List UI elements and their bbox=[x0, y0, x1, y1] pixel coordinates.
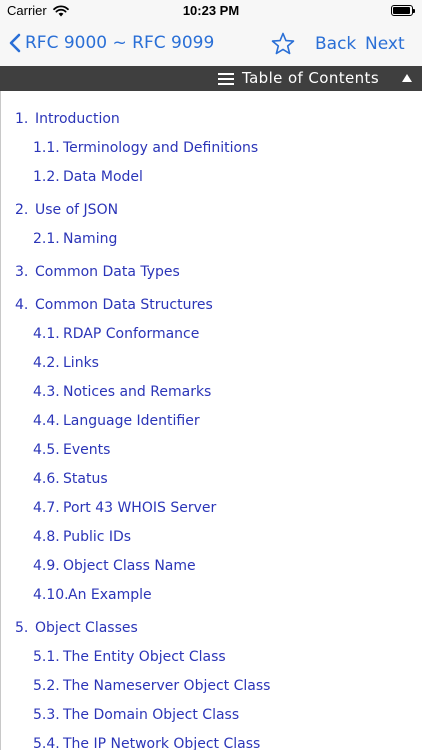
toc-item-number: 4.9. bbox=[33, 558, 60, 574]
toc-item-title: The Domain Object Class bbox=[63, 707, 240, 723]
toc-item[interactable]: 1.2. Data Model bbox=[33, 167, 143, 187]
toc-item[interactable]: 5.1. The Entity Object Class bbox=[33, 647, 226, 667]
toc-item-title: The IP Network Object Class bbox=[63, 736, 261, 750]
toc-item[interactable]: 4.9. Object Class Name bbox=[33, 556, 196, 576]
toc-item-number: 4.10. bbox=[33, 587, 69, 603]
toc-item-title: Language Identifier bbox=[63, 413, 200, 429]
toc-item[interactable]: 4.3. Notices and Remarks bbox=[33, 382, 211, 402]
toc-item-number: 4.7. bbox=[33, 500, 60, 516]
toc-item-number: 2.1. bbox=[33, 231, 60, 247]
toc-item[interactable]: 2.1. Naming bbox=[33, 229, 117, 249]
toc-item-number: 3. bbox=[15, 264, 29, 280]
toc-item[interactable]: 4.8. Public IDs bbox=[33, 527, 131, 547]
star-icon[interactable] bbox=[270, 31, 296, 57]
toc-item-title: Common Data Structures bbox=[35, 297, 213, 313]
toc-item[interactable]: 4.5. Events bbox=[33, 440, 110, 460]
toc-item-title: Public IDs bbox=[63, 529, 132, 545]
toc-item-number: 4.1. bbox=[33, 326, 60, 342]
toc-item-number: 5.4. bbox=[33, 736, 60, 750]
toc-header-bar[interactable]: Table of Contents bbox=[0, 66, 422, 91]
toc-item[interactable]: 4.1. RDAP Conformance bbox=[33, 324, 199, 344]
toc-list: 1. Introduction 1.1. Terminology and Defini… bbox=[0, 91, 422, 750]
toc-item[interactable]: 1.1. Terminology and Definitions bbox=[33, 138, 258, 158]
toc-item-number: 4. bbox=[15, 297, 29, 313]
nav-back-to-list[interactable]: RFC 9000 ~ RFC 9099 bbox=[9, 31, 214, 55]
toc-item-title: Links bbox=[63, 355, 99, 371]
toc-item-number: 4.3. bbox=[33, 384, 60, 400]
triangle-up-icon[interactable] bbox=[402, 74, 412, 82]
toc-item-title: Port 43 WHOIS Server bbox=[63, 500, 217, 516]
toc-item-number: 1. bbox=[15, 111, 29, 127]
toc-item-number: 5. bbox=[15, 620, 29, 636]
toc-item-number: 5.1. bbox=[33, 649, 60, 665]
toc-item-number: 4.5. bbox=[33, 442, 60, 458]
toc-item-number: 1.2. bbox=[33, 169, 60, 185]
toc-item-number: 4.2. bbox=[33, 355, 60, 371]
toc-item[interactable]: 4. Common Data Structures bbox=[15, 295, 213, 315]
toc-item[interactable]: 5.2. The Nameserver Object Class bbox=[33, 676, 270, 696]
toc-item-title: An Example bbox=[68, 587, 152, 603]
toc-item-number: 4.6. bbox=[33, 471, 60, 487]
toc-item-title: Object Class Name bbox=[63, 558, 196, 574]
toc-item-title: Naming bbox=[63, 231, 118, 247]
toc-item[interactable]: 4.7. Port 43 WHOIS Server bbox=[33, 498, 216, 518]
battery-icon bbox=[391, 5, 415, 16]
toc-item-number: 1.1. bbox=[33, 140, 60, 156]
toc-header-label: Table of Contents bbox=[242, 69, 380, 87]
toc-item-title: Terminology and Definitions bbox=[63, 140, 259, 156]
status-time: 10:23 PM bbox=[182, 3, 240, 18]
toc-item-title: Object Classes bbox=[35, 620, 138, 636]
toc-item-number: 4.8. bbox=[33, 529, 60, 545]
nav-title: RFC 9000 ~ RFC 9099 bbox=[25, 33, 215, 53]
toc-item-title: Notices and Remarks bbox=[63, 384, 212, 400]
toc-item[interactable]: 5.3. The Domain Object Class bbox=[33, 705, 239, 725]
toc-item-number: 5.2. bbox=[33, 678, 60, 694]
menu-icon bbox=[218, 73, 234, 85]
toc-item-title: Status bbox=[63, 471, 108, 487]
navigation-bar: RFC 9000 ~ RFC 9099 Back Next bbox=[0, 22, 422, 66]
toc-item-title: Common Data Types bbox=[35, 264, 180, 280]
toc-item[interactable]: 5. Object Classes bbox=[15, 618, 138, 638]
toc-item-title: Events bbox=[63, 442, 111, 458]
toc-item[interactable]: 2. Use of JSON bbox=[15, 200, 118, 220]
toc-item-title: RDAP Conformance bbox=[63, 326, 200, 342]
toc-item[interactable]: 4.6. Status bbox=[33, 469, 108, 489]
toc-item-title: Use of JSON bbox=[35, 202, 119, 218]
toc-item-number: 5.3. bbox=[33, 707, 60, 723]
toc-item-title: The Nameserver Object Class bbox=[63, 678, 271, 694]
back-button[interactable]: Back bbox=[315, 33, 356, 55]
toc-item[interactable]: 3. Common Data Types bbox=[15, 262, 180, 282]
toc-item-number: 4.4. bbox=[33, 413, 60, 429]
toc-item[interactable]: 4.2. Links bbox=[33, 353, 99, 373]
toc-item[interactable]: 4.10.An Example bbox=[33, 585, 152, 605]
toc-item-number: 2. bbox=[15, 202, 29, 218]
toc-item[interactable]: 5.4. The IP Network Object Class bbox=[33, 734, 260, 750]
chevron-left-icon bbox=[9, 33, 21, 53]
toc-item-title: Introduction bbox=[35, 111, 120, 127]
toc-item[interactable]: 1. Introduction bbox=[15, 109, 120, 129]
toc-item-title: Data Model bbox=[63, 169, 143, 185]
next-button[interactable]: Next bbox=[365, 33, 405, 55]
toc-item[interactable]: 4.4. Language Identifier bbox=[33, 411, 200, 431]
toc-item-title: The Entity Object Class bbox=[63, 649, 226, 665]
status-bar: Carrier 10:23 PM bbox=[0, 0, 422, 22]
